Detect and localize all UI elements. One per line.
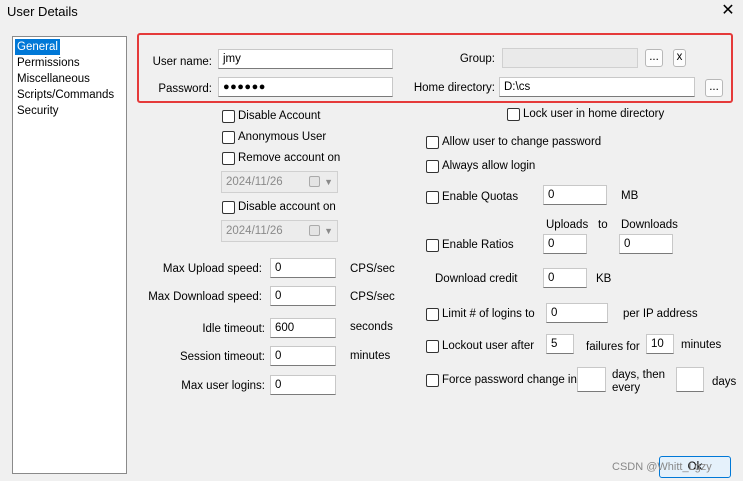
remove-account-checkbox[interactable] — [222, 152, 235, 165]
close-icon[interactable]: ✕ — [718, 0, 738, 22]
max-upload-label: Max Upload speed: — [162, 263, 262, 275]
ratio-downloads-field[interactable]: 0 — [619, 234, 673, 254]
limit-logins-field[interactable]: 0 — [546, 303, 608, 323]
download-credit-field[interactable]: 0 — [543, 268, 587, 288]
enable-quotas-checkbox[interactable] — [426, 191, 439, 204]
group-field[interactable] — [502, 48, 638, 68]
remove-account-label: Remove account on — [238, 152, 341, 164]
lockout-checkbox[interactable] — [426, 340, 439, 353]
quota-field[interactable]: 0 — [543, 185, 607, 205]
enable-quotas-label: Enable Quotas — [442, 191, 519, 203]
remove-date-value: 2024/11/26 — [226, 176, 283, 188]
group-label: Group: — [459, 53, 495, 65]
category-list[interactable]: General Permissions Miscellaneous Script… — [12, 36, 127, 474]
username-field[interactable]: jmy — [218, 49, 393, 69]
window-title: User Details — [7, 4, 78, 19]
nav-item-permissions[interactable]: Permissions — [15, 55, 124, 71]
disable-date-picker[interactable]: 2024/11/26 ▼ — [221, 220, 338, 242]
always-allow-login-checkbox[interactable] — [426, 160, 439, 173]
idle-timeout-label: Idle timeout: — [202, 323, 265, 335]
force-password-every-field[interactable] — [676, 367, 704, 392]
max-logins-field[interactable]: 0 — [270, 375, 336, 395]
allow-change-password-checkbox[interactable] — [426, 136, 439, 149]
limit-logins-unit: per IP address — [623, 308, 698, 320]
group-clear-button[interactable]: x — [673, 49, 686, 67]
uploads-header: Uploads — [546, 219, 589, 231]
nav-item-scripts-commands[interactable]: Scripts/Commands — [15, 87, 124, 103]
download-credit-label: Download credit — [435, 273, 518, 285]
nav-item-security[interactable]: Security — [15, 103, 124, 119]
lock-home-checkbox[interactable] — [507, 108, 520, 121]
max-logins-label: Max user logins: — [181, 380, 265, 392]
lock-home-label: Lock user in home directory — [523, 108, 665, 120]
username-label: User name: — [152, 56, 212, 68]
force-password-then-every-label: days, then every — [612, 369, 666, 394]
force-password-label: Force password change in — [442, 374, 577, 386]
nav-item-general[interactable]: General — [15, 39, 60, 55]
watermark: CSDN @Whitt_Lgzy — [612, 461, 712, 473]
home-directory-label: Home directory: — [413, 82, 495, 94]
force-password-days-field[interactable] — [577, 367, 606, 392]
password-label: Password: — [158, 83, 212, 95]
enable-ratios-checkbox[interactable] — [426, 239, 439, 252]
enable-ratios-label: Enable Ratios — [442, 239, 514, 251]
lockout-minutes-field[interactable]: 10 — [646, 334, 674, 354]
chevron-down-icon: ▼ — [324, 177, 333, 187]
disable-account-on-label: Disable account on — [238, 201, 336, 213]
quota-unit: MB — [621, 190, 639, 202]
nav-item-miscellaneous[interactable]: Miscellaneous — [15, 71, 124, 87]
lockout-label: Lockout user after — [442, 340, 535, 352]
group-browse-button[interactable]: ... — [645, 49, 663, 67]
lockout-minutes-unit: minutes — [681, 339, 722, 351]
calendar-icon — [309, 176, 320, 187]
force-password-days-unit: days — [712, 376, 737, 388]
downloads-header: Downloads — [621, 219, 678, 231]
always-allow-login-label: Always allow login — [442, 160, 536, 172]
session-timeout-field[interactable]: 0 — [270, 346, 336, 366]
disable-account-checkbox[interactable] — [222, 110, 235, 123]
to-header: to — [598, 219, 608, 231]
max-upload-unit: CPS/sec — [350, 263, 395, 275]
calendar-icon — [309, 225, 320, 236]
limit-logins-label: Limit # of logins to — [442, 308, 535, 320]
disable-date-value: 2024/11/26 — [226, 225, 283, 237]
lockout-failures-label: failures for — [586, 341, 640, 353]
max-download-label: Max Download speed: — [148, 291, 262, 303]
home-directory-field[interactable]: D:\cs — [499, 77, 695, 97]
ratio-uploads-field[interactable]: 0 — [543, 234, 587, 254]
home-directory-browse-button[interactable]: ... — [705, 79, 723, 97]
disable-account-label: Disable Account — [238, 110, 321, 122]
password-field[interactable]: ●●●●●● — [218, 77, 393, 97]
limit-logins-checkbox[interactable] — [426, 308, 439, 321]
allow-change-password-label: Allow user to change password — [442, 136, 602, 148]
idle-timeout-field[interactable]: 600 — [270, 318, 336, 338]
session-timeout-unit: minutes — [350, 350, 391, 362]
chevron-down-icon: ▼ — [324, 226, 333, 236]
anonymous-user-label: Anonymous User — [238, 131, 327, 143]
lockout-attempts-field[interactable]: 5 — [546, 334, 574, 354]
session-timeout-label: Session timeout: — [179, 351, 265, 363]
force-password-checkbox[interactable] — [426, 374, 439, 387]
max-upload-field[interactable]: 0 — [270, 258, 336, 278]
remove-date-picker[interactable]: 2024/11/26 ▼ — [221, 171, 338, 193]
anonymous-user-checkbox[interactable] — [222, 131, 235, 144]
download-credit-unit: KB — [596, 273, 612, 285]
max-download-field[interactable]: 0 — [270, 286, 336, 306]
idle-timeout-unit: seconds — [350, 321, 393, 333]
max-download-unit: CPS/sec — [350, 291, 395, 303]
disable-account-on-checkbox[interactable] — [222, 201, 235, 214]
